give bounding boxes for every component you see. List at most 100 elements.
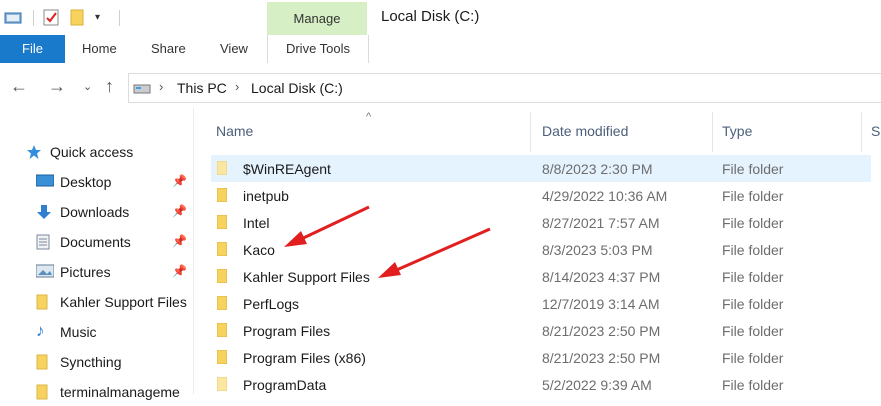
nav-item-music[interactable]: ♪ Music <box>0 318 193 346</box>
breadcrumb-this-pc[interactable]: This PC <box>177 80 227 96</box>
this-pc-drive-icon <box>133 80 153 101</box>
folder-icon <box>36 294 52 310</box>
file-row[interactable]: inetpub 4/29/2022 10:36 AM File folder <box>211 182 871 209</box>
nav-item-documents[interactable]: Documents 📌 <box>0 228 193 256</box>
breadcrumb-local-disk[interactable]: Local Disk (C:) <box>251 80 343 96</box>
file-type: File folder <box>722 188 784 204</box>
customize-quick-access-icon[interactable]: ▾ <box>95 12 100 23</box>
nav-label: Pictures <box>60 264 111 280</box>
file-date: 8/3/2023 5:03 PM <box>542 242 653 258</box>
documents-icon <box>36 234 52 250</box>
navigation-bar: ← → ⌄ ↑ › This PC › Local Disk (C:) <box>0 63 881 108</box>
nav-quick-access[interactable]: Quick access <box>0 138 183 166</box>
file-date: 8/14/2023 4:37 PM <box>542 269 661 285</box>
divider <box>33 10 34 26</box>
tab-share[interactable]: Share <box>151 35 186 63</box>
file-row[interactable]: Kahler Support Files 8/14/2023 4:37 PM F… <box>211 263 871 290</box>
tab-manage[interactable]: Manage <box>267 2 367 35</box>
folder-icon <box>36 354 52 370</box>
folder-icon <box>217 323 231 337</box>
column-header-size[interactable]: S <box>871 123 880 139</box>
file-row[interactable]: Kaco 8/3/2023 5:03 PM File folder <box>211 236 871 263</box>
file-type: File folder <box>722 350 784 366</box>
file-date: 5/2/2022 9:39 AM <box>542 377 652 393</box>
nav-label: Music <box>60 324 97 340</box>
pin-icon[interactable]: 📌 <box>172 234 187 248</box>
file-date: 4/29/2022 10:36 AM <box>542 188 668 204</box>
navigation-pane: Quick access Desktop 📌 Downloads 📌 Docum… <box>0 108 194 400</box>
file-row[interactable]: PerfLogs 12/7/2019 3:14 AM File folder <box>211 290 871 317</box>
nav-label: Syncthing <box>60 354 122 370</box>
star-icon <box>26 144 42 160</box>
nav-item-syncthing[interactable]: Syncthing <box>0 348 193 376</box>
folder-icon <box>217 215 231 229</box>
up-arrow-icon[interactable]: ↑ <box>105 76 114 97</box>
pin-icon[interactable]: 📌 <box>172 264 187 278</box>
file-date: 8/8/2023 2:30 PM <box>542 161 653 177</box>
breadcrumb-chevron-icon[interactable]: › <box>235 79 239 94</box>
file-row[interactable]: Program Files 8/21/2023 2:50 PM File fol… <box>211 317 871 344</box>
properties-icon[interactable] <box>43 9 60 31</box>
new-folder-icon[interactable] <box>70 9 84 31</box>
nav-item-downloads[interactable]: Downloads 📌 <box>0 198 193 226</box>
recent-locations-chevron-icon[interactable]: ⌄ <box>83 80 92 93</box>
file-name: Kaco <box>243 242 275 258</box>
back-arrow-icon[interactable]: ← <box>10 76 28 97</box>
window-title: Local Disk (C:) <box>381 8 480 25</box>
nav-item-terminalmanageme[interactable]: terminalmanageme <box>0 378 193 406</box>
folder-icon <box>217 188 231 202</box>
pin-icon[interactable]: 📌 <box>172 204 187 218</box>
tab-view[interactable]: View <box>220 35 248 63</box>
column-divider[interactable] <box>712 112 713 152</box>
file-row[interactable]: Program Files (x86) 8/21/2023 2:50 PM Fi… <box>211 344 871 371</box>
file-date: 8/21/2023 2:50 PM <box>542 323 661 339</box>
column-header-type[interactable]: Type <box>722 123 752 139</box>
file-row[interactable]: Intel 8/27/2021 7:57 AM File folder <box>211 209 871 236</box>
file-list: ^ Name Date modified Type S $WinREAgent … <box>194 108 881 394</box>
file-name: PerfLogs <box>243 296 300 312</box>
folder-icon <box>217 377 231 391</box>
column-divider[interactable] <box>530 112 531 152</box>
window-icon[interactable] <box>4 9 24 32</box>
file-name: inetpub <box>243 188 289 204</box>
forward-arrow-icon[interactable]: → <box>48 76 66 97</box>
title-bar: ▾ Manage Local Disk (C:) <box>0 0 881 35</box>
folder-icon <box>217 296 231 310</box>
file-type: File folder <box>722 161 784 177</box>
downloads-icon <box>36 204 52 220</box>
divider <box>119 10 120 26</box>
address-bar[interactable]: › This PC › Local Disk (C:) <box>128 73 881 103</box>
nav-item-kahler-support-files[interactable]: Kahler Support Files <box>0 288 193 316</box>
nav-label: terminalmanageme <box>60 384 180 400</box>
pin-icon[interactable]: 📌 <box>172 174 187 188</box>
nav-item-pictures[interactable]: Pictures 📌 <box>0 258 193 286</box>
file-row[interactable]: $WinREAgent 8/8/2023 2:30 PM File folder <box>211 155 871 182</box>
nav-item-desktop[interactable]: Desktop 📌 <box>0 168 193 196</box>
tab-drive-tools[interactable]: Drive Tools <box>267 35 369 63</box>
nav-label: Documents <box>60 234 131 250</box>
nav-label: Kahler Support Files <box>60 294 187 310</box>
file-date: 12/7/2019 3:14 AM <box>542 296 660 312</box>
nav-label: Quick access <box>50 144 134 160</box>
ribbon-tabs: File Home Share View Drive Tools <box>0 35 881 64</box>
file-date: 8/21/2023 2:50 PM <box>542 350 661 366</box>
file-type: File folder <box>722 296 784 312</box>
file-type: File folder <box>722 269 784 285</box>
file-type: File folder <box>722 242 784 258</box>
file-type: File folder <box>722 323 784 339</box>
tab-file[interactable]: File <box>0 35 65 63</box>
music-icon: ♪ <box>36 321 45 340</box>
desktop-icon <box>35 174 55 190</box>
column-header-name[interactable]: Name <box>216 123 253 139</box>
column-divider[interactable] <box>861 112 862 152</box>
pictures-icon <box>35 264 55 280</box>
breadcrumb-chevron-icon[interactable]: › <box>159 79 163 94</box>
tab-home[interactable]: Home <box>82 35 117 63</box>
file-name: $WinREAgent <box>243 161 331 177</box>
file-name: Program Files <box>243 323 331 339</box>
column-header-date-modified[interactable]: Date modified <box>542 123 628 139</box>
file-name: Kahler Support Files <box>243 269 370 285</box>
folder-icon <box>217 242 231 256</box>
folder-icon <box>217 350 231 364</box>
folder-icon <box>217 161 231 175</box>
